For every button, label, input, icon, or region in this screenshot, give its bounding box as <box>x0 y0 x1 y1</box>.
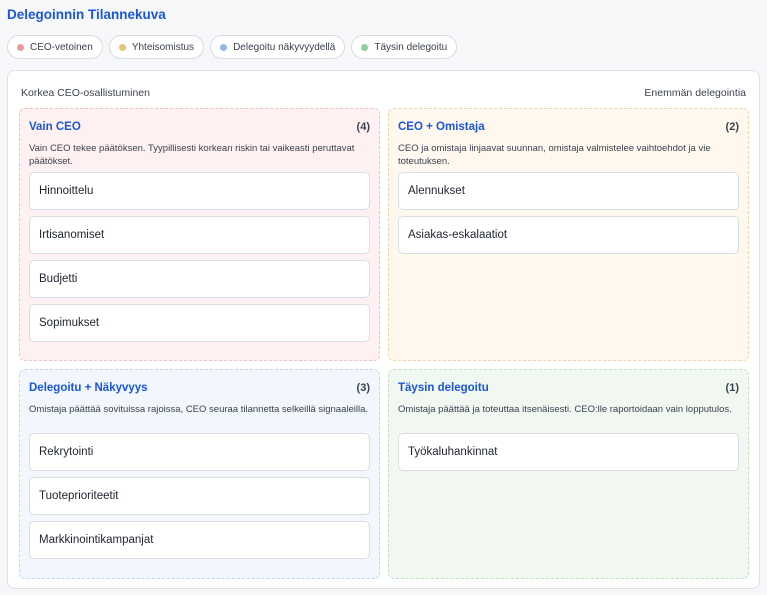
legend-label: Delegoitu näkyvyydellä <box>233 41 336 53</box>
quadrant-description: CEO ja omistaja linjaavat suunnan, omist… <box>398 143 711 167</box>
delegation-board: Korkea CEO-osallistuminen Enemmän delego… <box>7 70 760 589</box>
quadrant-title: Delegoitu + Näkyvyys <box>29 382 148 394</box>
legend-chip-delegated-visibility[interactable]: Delegoitu näkyvyydellä <box>210 35 346 59</box>
quadrant-ceo-owner: CEO + Omistaja (2) CEO ja omistaja linja… <box>388 108 749 361</box>
legend-dot-icon <box>118 43 126 51</box>
decision-card[interactable]: Hinnoittelu <box>29 172 370 210</box>
quadrant-header: Delegoitu + Näkyvyys (3) <box>29 380 370 396</box>
quadrant-count: (4) <box>356 121 370 133</box>
quadrant-count: (3) <box>356 382 370 394</box>
quadrant-header: CEO + Omistaja (2) <box>398 119 739 135</box>
quadrant-delegated-visibility: Delegoitu + Näkyvyys (3) Omistaja päättä… <box>19 369 380 579</box>
legend-label: Yhteisomistus <box>131 41 195 53</box>
decision-card[interactable]: Alennukset <box>398 172 739 210</box>
quadrant-title: Vain CEO <box>29 121 81 133</box>
legend-chip-fully-delegated[interactable]: Täysin delegoitu <box>351 35 458 59</box>
quadrant-ceo-only: Vain CEO (4) Vain CEO tekee päätöksen. T… <box>19 108 380 361</box>
quadrant-description: Omistaja päättää ja toteuttaa itsenäises… <box>398 404 732 415</box>
quadrant-header: Vain CEO (4) <box>29 119 370 135</box>
decision-card[interactable]: Budjetti <box>29 260 370 298</box>
quadrant-description: Vain CEO tekee päätöksen. Tyypillisesti … <box>29 143 355 167</box>
page-title: Delegoinnin Tilannekuva <box>7 7 166 22</box>
decision-card[interactable]: Sopimukset <box>29 304 370 342</box>
quadrant-title: CEO + Omistaja <box>398 121 485 133</box>
decision-card[interactable]: Markkinointikampanjat <box>29 521 370 559</box>
legend-label: Täysin delegoitu <box>374 41 448 53</box>
quadrant-header: Täysin delegoitu (1) <box>398 380 739 396</box>
axis-label-high-ceo: Korkea CEO-osallistuminen <box>21 87 150 99</box>
quadrant-description: Omistaja päättää sovituissa rajoissa, CE… <box>29 404 369 415</box>
quadrant-items: Hinnoittelu Irtisanomiset Budjetti Sopim… <box>29 172 370 342</box>
quadrant-count: (1) <box>725 382 739 394</box>
quadrant-items: Alennukset Asiakas-eskalaatiot <box>398 172 739 254</box>
legend: CEO-vetoinen Yhteisomistus Delegoitu näk… <box>7 35 458 59</box>
quadrant-fully-delegated: Täysin delegoitu (1) Omistaja päättää ja… <box>388 369 749 579</box>
legend-chip-ceo-driven[interactable]: CEO-vetoinen <box>7 35 103 59</box>
decision-card[interactable]: Rekrytointi <box>29 433 370 471</box>
decision-card[interactable]: Tuoteprioriteetit <box>29 477 370 515</box>
decision-card[interactable]: Työkaluhankinnat <box>398 433 739 471</box>
decision-card[interactable]: Irtisanomiset <box>29 216 370 254</box>
legend-dot-icon <box>361 43 369 51</box>
quadrant-title: Täysin delegoitu <box>398 382 489 394</box>
decision-card[interactable]: Asiakas-eskalaatiot <box>398 216 739 254</box>
quadrant-items: Rekrytointi Tuoteprioriteetit Markkinoin… <box>29 433 370 559</box>
quadrant-items: Työkaluhankinnat <box>398 433 739 471</box>
legend-label: CEO-vetoinen <box>30 41 93 53</box>
legend-dot-icon <box>17 43 24 51</box>
legend-dot-icon <box>220 43 228 51</box>
legend-chip-shared[interactable]: Yhteisomistus <box>108 35 205 59</box>
quadrant-count: (2) <box>725 121 739 133</box>
axis-label-more-delegation: Enemmän delegointia <box>644 87 746 99</box>
